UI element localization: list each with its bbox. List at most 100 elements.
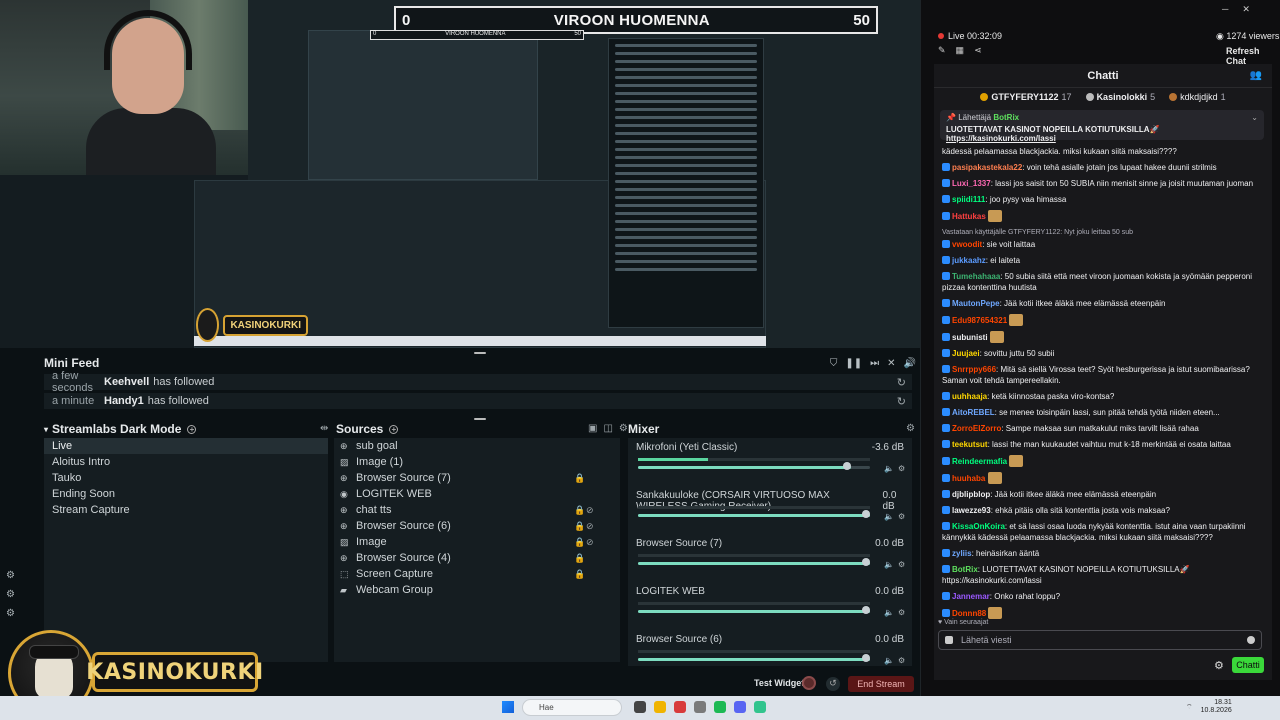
chat-username[interactable]: Jannemar — [952, 592, 990, 601]
slider-knob[interactable] — [862, 510, 870, 518]
chat-settings-icon[interactable]: ⚙ — [1214, 659, 1224, 672]
chat-username[interactable]: Donnn88 — [952, 609, 986, 618]
mute-icon[interactable]: ✕ — [887, 358, 895, 369]
chat-username[interactable]: huuhaba — [952, 474, 985, 483]
pinned-message[interactable]: 📌 Lähettäjä BotRix LUOTETTAVAT KASINOT N… — [940, 110, 1264, 143]
scene-collection-title[interactable]: Streamlabs Dark Mode — [52, 422, 181, 436]
lock-icon[interactable]: 🔒 — [574, 521, 585, 532]
chat-username[interactable]: uuhhaaja — [952, 392, 987, 401]
pinned-link[interactable]: https://kasinokurki.com/lassi — [946, 134, 1056, 143]
settings-icon[interactable]: ⚙ — [898, 512, 905, 521]
volume-slider[interactable] — [638, 658, 870, 661]
edit-icon[interactable]: ✎ — [938, 45, 946, 56]
eye-hidden-icon[interactable]: ⊘ — [586, 537, 594, 548]
task-view-icon[interactable] — [634, 701, 646, 713]
theater-icon[interactable]: ▦ — [956, 45, 965, 56]
speaker-icon[interactable]: 🔈 — [884, 656, 894, 665]
scene-item[interactable]: Ending Soon — [44, 486, 328, 502]
volume-icon[interactable]: 🔊 — [904, 358, 916, 369]
chat-username[interactable]: vwoodit — [952, 240, 982, 249]
source-item[interactable]: ⊕ Browser Source (7) 🔒 — [334, 470, 620, 486]
taskbar-search[interactable]: Hae — [522, 699, 622, 716]
scene-item[interactable]: Tauko — [44, 470, 328, 486]
source-item[interactable]: ◉ LOGITEK WEB — [334, 486, 620, 502]
settings-icon[interactable]: ⚙ — [619, 423, 628, 434]
slider-knob[interactable] — [862, 558, 870, 566]
collapse-icon[interactable]: ▾ — [44, 425, 48, 434]
chat-username[interactable]: spiidi111 — [952, 195, 985, 204]
layers-icon[interactable]: ◫ — [603, 423, 612, 434]
settings-icon[interactable]: ⚙ — [898, 560, 905, 569]
source-item[interactable]: ⊕ chat tts 🔒 ⊘ — [334, 502, 620, 518]
chat-username[interactable]: pasipakastekala22 — [952, 163, 1022, 172]
filter-icon[interactable]: ⛉ — [830, 358, 838, 369]
wifi-icon[interactable]: ⌔ — [1186, 703, 1193, 712]
browser-icon[interactable] — [674, 701, 686, 713]
record-button[interactable] — [802, 676, 816, 690]
chat-username[interactable]: AitoREBEL — [952, 408, 995, 417]
chat-username[interactable]: Snrrppy666 — [952, 365, 996, 374]
lock-icon[interactable]: 🔒 — [574, 569, 585, 580]
chat-username[interactable]: Edu987654321 — [952, 316, 1007, 325]
chat-send-button[interactable]: Chatti — [1232, 657, 1264, 673]
speaker-icon[interactable]: 🔈 — [884, 608, 894, 617]
users-icon[interactable]: 👥 — [1250, 70, 1262, 81]
settings-icon[interactable]: ⚙ — [898, 608, 905, 617]
scene-item[interactable]: Stream Capture — [44, 502, 328, 518]
help-icon[interactable]: ⚙ — [6, 608, 15, 619]
settings-icon[interactable]: ⚙ — [898, 656, 905, 665]
folder-add-icon[interactable]: ▣ — [588, 423, 597, 434]
source-item[interactable]: ▨ Image (1) — [334, 454, 620, 470]
streamlabs-icon[interactable] — [754, 701, 766, 713]
windows-start-icon[interactable] — [502, 701, 514, 713]
skip-icon[interactable]: ⏭ — [870, 358, 879, 369]
unpin-icon[interactable]: ⌄ — [1251, 113, 1258, 122]
share-icon[interactable]: ⋖ — [974, 45, 982, 56]
source-item[interactable]: ⬚ Screen Capture 🔒 — [334, 566, 620, 582]
refresh-chat-button[interactable]: Refresh Chat — [1226, 46, 1280, 66]
lock-icon[interactable]: 🔒 — [574, 473, 585, 484]
eye-hidden-icon[interactable]: ⊘ — [586, 505, 594, 516]
chat-input[interactable]: Lähetä viesti — [938, 630, 1262, 650]
scene-item[interactable]: Aloitus Intro — [44, 454, 328, 470]
settings-icon[interactable]: ⚙ — [6, 589, 15, 600]
slider-knob[interactable] — [862, 606, 870, 614]
source-item[interactable]: ⊕ Browser Source (4) 🔒 — [334, 550, 620, 566]
slider-knob[interactable] — [862, 654, 870, 662]
replay-icon[interactable]: ↺ — [826, 677, 840, 691]
scene-transition-icon[interactable]: ⇹ — [320, 423, 328, 434]
pause-icon[interactable]: ❚❚ — [845, 358, 862, 369]
clock[interactable]: 18.31 10.8.2026 — [1201, 699, 1232, 715]
speaker-icon[interactable]: 🔈 — [884, 560, 894, 569]
volume-slider[interactable] — [638, 610, 870, 613]
badge-icon[interactable] — [945, 636, 953, 644]
volume-slider[interactable] — [638, 514, 870, 517]
chat-username[interactable]: subunisti — [952, 333, 988, 342]
chat-username[interactable]: Hattukas — [952, 212, 986, 221]
source-item[interactable]: ⊕ sub goal — [334, 438, 620, 454]
chat-username[interactable]: BotRix — [952, 565, 978, 574]
volume-slider[interactable] — [638, 466, 870, 469]
speaker-icon[interactable]: 🔈 — [884, 464, 894, 473]
scene-item[interactable]: Live — [44, 438, 328, 454]
close-icon[interactable]: ✕ — [1242, 4, 1250, 15]
source-item[interactable]: ▨ Image 🔒 ⊘ — [334, 534, 620, 550]
source-item[interactable]: ▰ Webcam Group — [334, 582, 620, 598]
settings-icon[interactable]: ⚙ — [898, 464, 905, 473]
chat-username[interactable]: Luxi_1337 — [952, 179, 991, 188]
test-widgets-button[interactable]: Test Widgets — [754, 678, 809, 688]
chat-username[interactable]: Juujaei — [952, 349, 980, 358]
chat-username[interactable]: lawezze93 — [952, 506, 991, 515]
minimize-icon[interactable]: ─ — [1222, 4, 1228, 15]
repeat-icon[interactable]: ↻ — [897, 395, 906, 408]
add-scene-icon[interactable]: + — [187, 424, 197, 434]
lock-icon[interactable]: 🔒 — [574, 505, 585, 516]
chat-username[interactable]: jukkaahz — [952, 256, 986, 265]
lock-icon[interactable]: 🔒 — [574, 553, 585, 564]
volume-slider[interactable] — [638, 562, 870, 565]
chat-username[interactable]: zyliis — [952, 549, 972, 558]
source-item[interactable]: ⊕ Browser Source (6) 🔒 ⊘ — [334, 518, 620, 534]
chat-username[interactable]: ZorroEIZorro — [952, 424, 1001, 433]
chat-username[interactable]: KissaOnKoira — [952, 522, 1005, 531]
chat-username[interactable]: teekutsut — [952, 440, 988, 449]
